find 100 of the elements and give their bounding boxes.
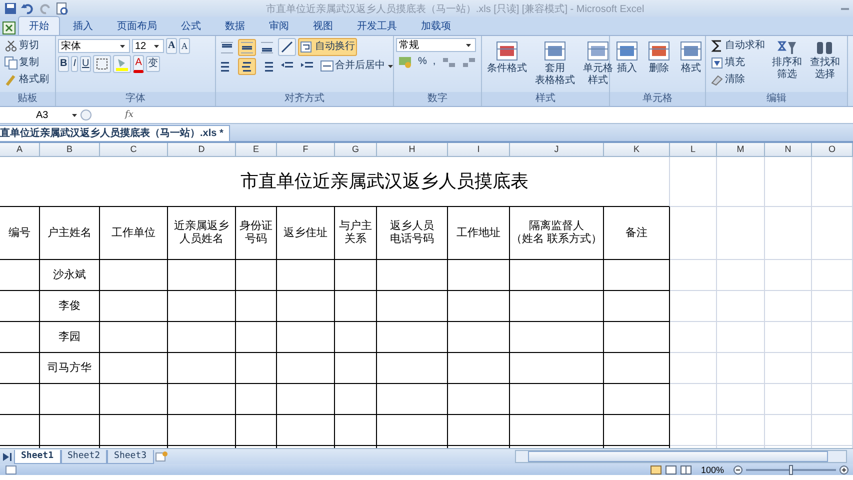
- table-cell: [604, 322, 670, 353]
- wrap-text-button[interactable]: 自动换行: [298, 38, 357, 56]
- insert-sheet-button[interactable]: [154, 450, 168, 464]
- shrink-font-button[interactable]: A: [179, 38, 190, 54]
- scissors-icon: [4, 39, 18, 53]
- copy-icon: [4, 56, 18, 70]
- grid-cell: [765, 322, 812, 353]
- ribbon-tab[interactable]: 页面布局: [106, 16, 168, 35]
- column-header[interactable]: F: [277, 143, 335, 156]
- borders-button[interactable]: [93, 55, 112, 73]
- table-cell: 沙永斌: [40, 260, 100, 291]
- table-cell: [40, 384, 100, 415]
- column-header[interactable]: M: [717, 143, 765, 156]
- find-select-button[interactable]: 查找和 选择: [807, 38, 843, 92]
- ribbon-tab[interactable]: 开始: [18, 16, 60, 35]
- column-header[interactable]: I: [448, 143, 510, 156]
- name-box[interactable]: A3: [0, 108, 70, 122]
- bold-button[interactable]: B: [58, 56, 70, 72]
- ribbon-tab[interactable]: 插入: [62, 16, 104, 35]
- table-cell: [277, 291, 335, 322]
- table-cell: [448, 384, 510, 415]
- sheet-tab[interactable]: Sheet2: [60, 450, 108, 464]
- grid-cell: [670, 260, 717, 291]
- fill-color-button[interactable]: [113, 55, 132, 73]
- column-header[interactable]: E: [236, 143, 277, 156]
- phonetic-button[interactable]: 变: [146, 56, 160, 72]
- format-button[interactable]: 格式: [676, 38, 706, 92]
- font-size-field[interactable]: 12: [132, 39, 164, 53]
- document-tab[interactable]: 直单位近亲属武汉返乡人员摸底表（马一站）.xls *: [0, 125, 230, 142]
- vertical-align-button[interactable]: [238, 38, 256, 56]
- table-header: 户主姓名: [40, 207, 100, 260]
- zoom-slider-thumb[interactable]: [789, 464, 793, 474]
- grid-cell: [765, 384, 812, 415]
- sheet-tab[interactable]: Sheet1: [14, 450, 61, 464]
- page-break-icon: [680, 464, 692, 474]
- format-painter-button[interactable]: 格式刷: [2, 72, 51, 88]
- table-cell: [604, 384, 670, 415]
- horizontal-align-button[interactable]: [238, 58, 256, 74]
- table-cell: [168, 353, 236, 384]
- column-header[interactable]: J: [510, 143, 604, 156]
- ribbon-tab[interactable]: 公式: [170, 16, 212, 35]
- cut-button[interactable]: 剪切: [2, 38, 51, 54]
- table-cell: [168, 291, 236, 322]
- merge-center-button[interactable]: 合并后居中: [318, 57, 397, 75]
- zoom-in-button[interactable]: [839, 464, 849, 474]
- table-cell: [604, 291, 670, 322]
- ribbon-tab[interactable]: 数据: [214, 16, 256, 35]
- fill-button[interactable]: 填充: [708, 55, 767, 71]
- underline-button[interactable]: U: [80, 56, 92, 72]
- column-header[interactable]: K: [604, 143, 670, 156]
- italic-button[interactable]: I: [71, 56, 78, 72]
- column-header[interactable]: C: [100, 143, 168, 156]
- minimize-icon: [841, 8, 849, 10]
- zoom-out-button[interactable]: [733, 464, 743, 474]
- number-format-field[interactable]: 常规: [396, 38, 476, 52]
- column-header[interactable]: H: [377, 143, 448, 156]
- horizontal-scrollbar[interactable]: [515, 450, 847, 463]
- column-header[interactable]: N: [765, 143, 812, 156]
- delete-button[interactable]: 删除: [644, 38, 674, 92]
- grid-cell: [812, 260, 853, 291]
- percent-button[interactable]: %: [416, 54, 429, 70]
- column-header[interactable]: L: [670, 143, 717, 156]
- grid-cell: [670, 157, 717, 207]
- ribbon-tab[interactable]: 开发工具: [346, 16, 408, 35]
- font-color-button[interactable]: A: [133, 55, 144, 73]
- table-cell: [335, 260, 377, 291]
- group-label: 字体: [56, 92, 215, 106]
- grid-cell: [670, 291, 717, 322]
- insert-function-button[interactable]: fx: [123, 110, 136, 120]
- autosum-button[interactable]: 自动求和: [708, 38, 767, 54]
- table-cell: 李俊: [40, 291, 100, 322]
- orientation-button[interactable]: [278, 38, 296, 56]
- column-header[interactable]: B: [40, 143, 100, 156]
- ribbon-tab[interactable]: 视图: [302, 16, 344, 35]
- table-cell: [604, 260, 670, 291]
- conditional-format-button[interactable]: 条件格式: [484, 38, 530, 92]
- clear-button[interactable]: 清除: [708, 72, 767, 88]
- page-layout-icon: [664, 464, 677, 474]
- table-cell: [0, 322, 40, 353]
- column-header[interactable]: D: [168, 143, 236, 156]
- column-header[interactable]: O: [812, 143, 853, 156]
- ribbon-tab[interactable]: 加载项: [410, 16, 462, 35]
- group-label: 编辑: [706, 92, 847, 106]
- column-header[interactable]: G: [335, 143, 377, 156]
- caret-icon: [120, 44, 125, 48]
- eraser-icon: [710, 73, 724, 87]
- sheet-tab[interactable]: Sheet3: [107, 450, 154, 464]
- column-header[interactable]: A: [0, 143, 40, 156]
- format-table-button[interactable]: 套用 表格格式: [532, 38, 578, 92]
- sort-filter-button[interactable]: 排序和 筛选: [769, 38, 805, 92]
- sheet-title: 市直单位近亲属武汉返乡人员摸底表: [0, 157, 670, 207]
- grow-font-button[interactable]: A: [166, 38, 178, 54]
- table-cell: [604, 353, 670, 384]
- comma-button[interactable]: ,: [430, 54, 438, 70]
- copy-button[interactable]: 复制: [2, 55, 51, 71]
- font-name-field[interactable]: 宋体: [58, 39, 130, 53]
- horizontal-align-icon: [240, 60, 254, 72]
- ribbon-tab[interactable]: 审阅: [258, 16, 300, 35]
- table-header: 编号: [0, 207, 40, 260]
- grid-cell: [670, 415, 717, 446]
